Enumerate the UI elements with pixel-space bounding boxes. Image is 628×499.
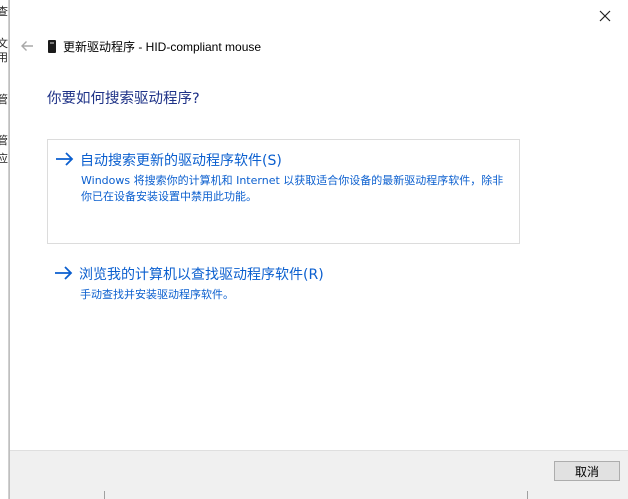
dialog-footer: 取消 bbox=[10, 450, 628, 499]
background-window: 查 文 用 管 管 应 bbox=[0, 0, 9, 499]
back-button[interactable] bbox=[12, 33, 42, 59]
close-icon bbox=[599, 10, 611, 22]
page-heading: 你要如何搜索驱动程序? bbox=[47, 91, 200, 107]
option-description: Windows 将搜索你的计算机和 Internet 以获取适合你设备的最新驱动… bbox=[81, 174, 504, 203]
background-divider bbox=[527, 491, 528, 499]
background-text: 应 bbox=[0, 153, 8, 165]
mouse-device-icon bbox=[48, 39, 56, 53]
update-driver-dialog: 更新驱动程序 - HID-compliant mouse 你要如何搜索驱动程序?… bbox=[9, 0, 628, 499]
cancel-button[interactable]: 取消 bbox=[554, 461, 620, 481]
background-text: 用 bbox=[0, 52, 8, 64]
right-arrow-icon bbox=[56, 152, 74, 166]
right-arrow-icon bbox=[55, 266, 73, 280]
dialog-header: 更新驱动程序 - HID-compliant mouse bbox=[10, 33, 261, 59]
option-title: 自动搜索更新的驱动程序软件(S) bbox=[80, 153, 282, 169]
background-text: 文 bbox=[0, 38, 8, 50]
background-text: 管 bbox=[0, 94, 8, 106]
browse-computer-option[interactable]: 浏览我的计算机以查找驱动程序软件(R) 手动查找并安装驱动程序软件。 bbox=[47, 262, 520, 312]
auto-search-option[interactable]: 自动搜索更新的驱动程序软件(S) Windows 将搜索你的计算机和 Inter… bbox=[47, 139, 520, 244]
option-description: 手动查找并安装驱动程序软件。 bbox=[80, 288, 234, 301]
option-title: 浏览我的计算机以查找驱动程序软件(R) bbox=[79, 267, 324, 283]
back-arrow-icon bbox=[21, 41, 33, 51]
background-text: 管 bbox=[0, 135, 8, 147]
background-divider bbox=[104, 491, 105, 499]
background-text: 查 bbox=[0, 6, 8, 18]
close-button[interactable] bbox=[594, 6, 616, 26]
dialog-title: 更新驱动程序 - HID-compliant mouse bbox=[63, 39, 262, 54]
